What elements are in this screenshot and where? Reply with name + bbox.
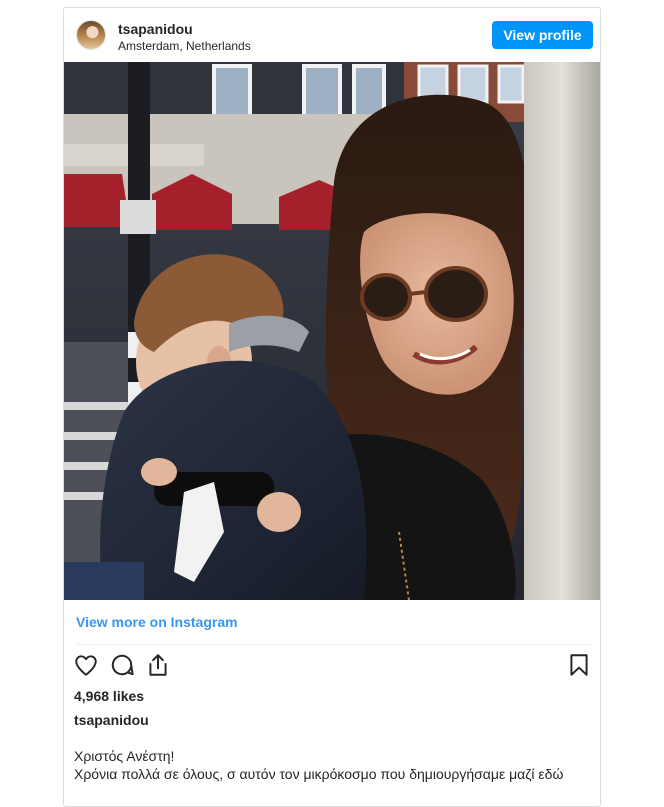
caption-author[interactable]: tsapanidou <box>74 712 149 728</box>
action-bar <box>64 652 600 682</box>
share-arrow-icon[interactable] <box>145 652 173 680</box>
post-photo[interactable] <box>64 62 600 600</box>
view-profile-button[interactable]: View profile <box>492 21 593 49</box>
post-location[interactable]: Amsterdam, Netherlands <box>118 39 251 53</box>
post-header: tsapanidou Amsterdam, Netherlands View p… <box>64 8 600 62</box>
bookmark-outline-icon[interactable] <box>566 652 594 680</box>
divider <box>76 644 590 645</box>
heart-outline-icon[interactable] <box>73 652 101 680</box>
post-caption: Χριστός Ανέστη! Χρόνια πολλά σε όλους, σ… <box>74 747 594 783</box>
caption-line: Χριστός Ανέστη! <box>74 748 175 764</box>
header-username[interactable]: tsapanidou <box>118 21 193 37</box>
likes-count[interactable]: 4,968 likes <box>74 688 144 704</box>
profile-avatar[interactable] <box>76 20 106 50</box>
speech-bubble-icon[interactable] <box>109 652 137 680</box>
instagram-embed-card: tsapanidou Amsterdam, Netherlands View p… <box>63 7 601 807</box>
view-more-on-instagram-link[interactable]: View more on Instagram <box>76 614 238 630</box>
caption-line: Χρόνια πολλά σε όλους, σ αυτόν τον μικρό… <box>74 766 564 782</box>
